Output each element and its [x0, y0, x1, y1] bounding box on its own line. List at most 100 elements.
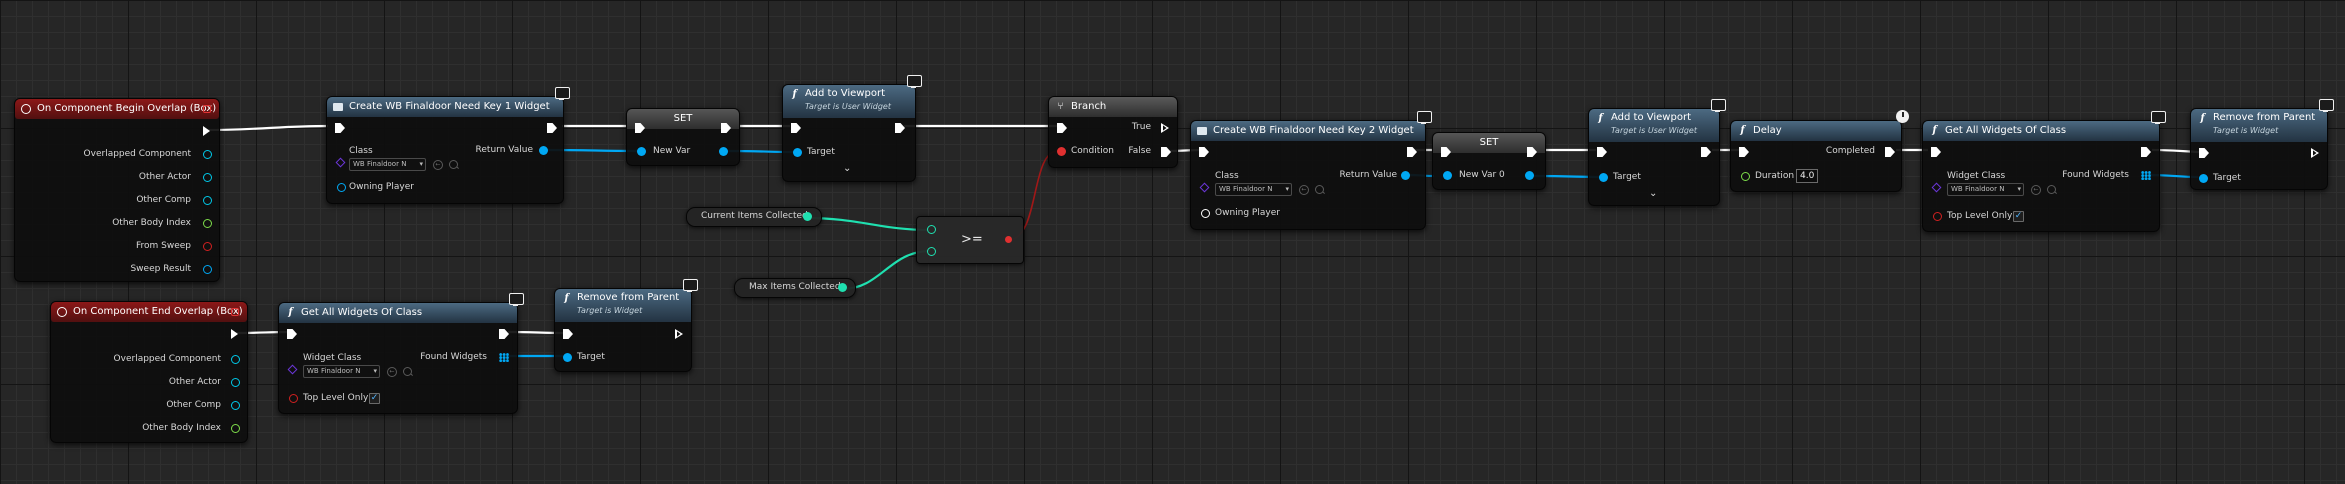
current-items-collected-getter[interactable]: Current Items Collected [686, 207, 822, 227]
node-header[interactable]: f Remove from Parent Target is Widget [555, 289, 691, 322]
from-sweep-pin[interactable] [203, 242, 212, 251]
max-items-collected-getter[interactable]: Max Items Collected [734, 278, 856, 298]
exec-in-pin[interactable] [1597, 147, 1607, 157]
true-exec-pin[interactable] [1161, 123, 1169, 133]
exec-out-pin[interactable] [203, 126, 210, 136]
compare-a-pin[interactable] [927, 225, 936, 234]
set-new-var-0-node[interactable]: SET New Var 0 [1432, 132, 1546, 190]
browse-icon[interactable] [449, 160, 458, 169]
int-out-pin[interactable] [803, 212, 812, 221]
other-comp-pin[interactable] [231, 401, 240, 410]
sweep-result-pin[interactable] [203, 265, 212, 274]
widget-class-dropdown[interactable]: WB Finaldoor N [303, 365, 380, 378]
target-pin[interactable] [563, 353, 572, 362]
other-actor-pin[interactable] [203, 173, 212, 182]
overlapped-component-pin[interactable] [231, 355, 240, 364]
exec-in-pin[interactable] [335, 123, 345, 133]
event-header[interactable]: On Component Begin Overlap (Box) [15, 99, 219, 119]
use-selected-icon[interactable]: ← [433, 160, 443, 170]
node-header[interactable]: f Remove from Parent Target is Widget [2191, 109, 2327, 142]
widget-class-pin[interactable] [287, 364, 298, 375]
exec-in-pin[interactable] [563, 329, 573, 339]
exec-in-pin[interactable] [1739, 147, 1749, 157]
other-actor-pin[interactable] [231, 378, 240, 387]
node-header[interactable]: f Add to Viewport Target is User Widget [783, 85, 915, 118]
target-pin[interactable] [1599, 173, 1608, 182]
remove-from-parent-node-1[interactable]: f Remove from Parent Target is Widget Ta… [2190, 99, 2334, 190]
top-level-only-pin[interactable] [1933, 212, 1942, 221]
new-var-0-input-pin[interactable] [1443, 171, 1452, 180]
owning-player-pin[interactable] [1201, 209, 1210, 218]
bool-out-pin[interactable] [1005, 236, 1012, 243]
class-pin[interactable] [1199, 182, 1210, 193]
widget-class-pin[interactable] [1931, 182, 1942, 193]
exec-out-pin[interactable] [2311, 148, 2319, 158]
create-widget-key1-node[interactable]: Create WB Finaldoor Need Key 1 Widget Cl… [326, 87, 570, 204]
class-dropdown[interactable]: WB Finaldoor N [1215, 183, 1292, 196]
set-new-var-node[interactable]: SET New Var [626, 108, 740, 166]
remove-from-parent-node-2[interactable]: f Remove from Parent Target is Widget Ta… [554, 279, 698, 372]
greater-equal-node[interactable]: >= [916, 216, 1024, 264]
return-value-pin[interactable] [1401, 171, 1410, 180]
exec-in-pin[interactable] [1931, 147, 1941, 157]
event-begin-overlap-node[interactable]: On Component Begin Overlap (Box) Overlap… [14, 98, 220, 282]
other-body-index-pin[interactable] [231, 424, 240, 433]
node-header[interactable]: f Get All Widgets Of Class [279, 303, 517, 323]
exec-in-pin[interactable] [287, 329, 297, 339]
exec-in-pin[interactable] [1199, 147, 1209, 157]
overlapped-component-pin[interactable] [203, 150, 212, 159]
top-level-only-checkbox[interactable]: ✓ [2013, 211, 2024, 222]
add-to-viewport-node-1[interactable]: f Add to Viewport Target is User Widget … [782, 75, 922, 182]
class-pin[interactable] [335, 157, 346, 168]
expand-chevron-icon[interactable]: ⌄ [1649, 188, 1657, 199]
add-to-viewport-node-2[interactable]: f Add to Viewport Target is User Widget … [1588, 99, 1726, 206]
top-level-only-checkbox[interactable]: ✓ [369, 393, 380, 404]
return-value-pin[interactable] [539, 146, 548, 155]
get-all-widgets-node-1[interactable]: f Get All Widgets Of Class Widget Class … [1922, 111, 2166, 232]
top-level-only-pin[interactable] [289, 394, 298, 403]
false-exec-pin[interactable] [1161, 147, 1171, 157]
exec-out-pin[interactable] [2141, 147, 2151, 157]
browse-icon[interactable] [2047, 185, 2056, 194]
target-pin[interactable] [2199, 174, 2208, 183]
exec-out-pin[interactable] [547, 123, 557, 133]
exec-in-pin[interactable] [1057, 123, 1067, 133]
new-var-0-output-pin[interactable] [1525, 171, 1534, 180]
node-header[interactable]: Create WB Finaldoor Need Key 2 Widget [1191, 121, 1425, 141]
create-widget-key2-node[interactable]: Create WB Finaldoor Need Key 2 Widget Cl… [1190, 111, 1432, 230]
node-header[interactable]: Create WB Finaldoor Need Key 1 Widget [327, 97, 563, 117]
browse-icon[interactable] [403, 367, 412, 376]
event-end-overlap-node[interactable]: On Component End Overlap (Box) Overlappe… [50, 301, 248, 443]
event-header[interactable]: On Component End Overlap (Box) [51, 302, 247, 322]
get-all-widgets-node-2[interactable]: f Get All Widgets Of Class Widget Class … [278, 293, 524, 414]
completed-exec-pin[interactable] [1885, 147, 1895, 157]
branch-node[interactable]: ⑂ Branch True Condition False [1048, 96, 1178, 168]
exec-out-pin[interactable] [231, 329, 238, 339]
duration-input[interactable]: 4.0 [1796, 169, 1819, 183]
array-pin-icon[interactable] [499, 353, 509, 362]
widget-class-dropdown[interactable]: WB Finaldoor N [1947, 183, 2024, 196]
node-header[interactable]: f Delay [1731, 121, 1901, 141]
condition-pin[interactable] [1057, 147, 1066, 156]
array-pin-icon[interactable] [2141, 171, 2151, 180]
delay-node[interactable]: f Delay Completed Duration 4.0 [1730, 110, 1909, 192]
exec-in-pin[interactable] [791, 123, 801, 133]
node-header[interactable]: f Get All Widgets Of Class [1923, 121, 2159, 141]
owning-player-pin[interactable] [337, 183, 346, 192]
use-selected-icon[interactable]: ← [2031, 185, 2041, 195]
duration-pin[interactable] [1741, 172, 1750, 181]
exec-out-pin[interactable] [1407, 147, 1417, 157]
int-out-pin[interactable] [838, 283, 847, 292]
other-comp-pin[interactable] [203, 196, 212, 205]
target-pin[interactable] [793, 148, 802, 157]
use-selected-icon[interactable]: ← [387, 367, 397, 377]
new-var-input-pin[interactable] [637, 147, 646, 156]
class-dropdown[interactable]: WB Finaldoor N [349, 158, 426, 171]
expand-chevron-icon[interactable]: ⌄ [843, 163, 851, 174]
compare-b-pin[interactable] [927, 247, 936, 256]
exec-out-pin[interactable] [895, 123, 905, 133]
exec-in-pin[interactable] [2199, 148, 2209, 158]
exec-out-pin[interactable] [499, 329, 509, 339]
new-var-output-pin[interactable] [719, 147, 728, 156]
node-header[interactable]: f Add to Viewport Target is User Widget [1589, 109, 1719, 142]
